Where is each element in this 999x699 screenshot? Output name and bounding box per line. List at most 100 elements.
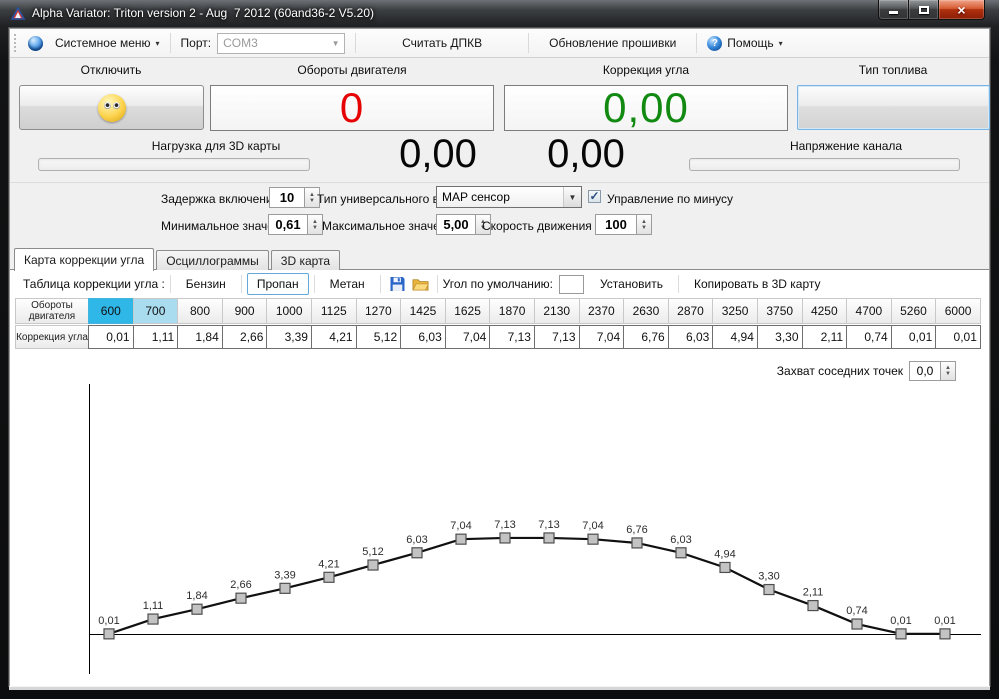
- rpm-cell[interactable]: 1625: [445, 298, 491, 324]
- rpm-cell[interactable]: 6000: [935, 298, 981, 324]
- correction-cell[interactable]: 0,74: [846, 325, 892, 349]
- rpm-cell[interactable]: 1270: [356, 298, 402, 324]
- rpm-cell[interactable]: 3750: [757, 298, 803, 324]
- correction-cell[interactable]: 4,94: [712, 325, 758, 349]
- chart-point[interactable]: [852, 619, 862, 629]
- correction-cell[interactable]: 1,11: [133, 325, 179, 349]
- rpm-cell[interactable]: 900: [222, 298, 268, 324]
- chart-point[interactable]: [324, 572, 334, 582]
- disable-button[interactable]: [19, 85, 204, 130]
- chart-point[interactable]: [720, 562, 730, 572]
- default-angle-input[interactable]: [559, 275, 584, 294]
- window-bottom-edge[interactable]: [9, 686, 990, 690]
- rpm-cell[interactable]: 1125: [311, 298, 357, 324]
- delay-spinner[interactable]: 10 ▲▼: [269, 187, 320, 208]
- fuel-propane-button[interactable]: Пропан: [247, 273, 309, 295]
- correction-cell[interactable]: 1,84: [177, 325, 223, 349]
- rpm-cell[interactable]: 3250: [712, 298, 758, 324]
- correction-cell[interactable]: 2,11: [802, 325, 848, 349]
- chart-point[interactable]: [896, 629, 906, 639]
- chart-point[interactable]: [104, 629, 114, 639]
- rpm-cell[interactable]: 700: [133, 298, 179, 324]
- fuel-methane-button[interactable]: Метан: [320, 273, 375, 295]
- correction-cell[interactable]: 7,04: [579, 325, 625, 349]
- chart-point[interactable]: [236, 593, 246, 603]
- chart-point[interactable]: [676, 548, 686, 558]
- spinner-arrows-icon[interactable]: ▲▼: [308, 214, 323, 235]
- firmware-update-button[interactable]: Обновление прошивки: [533, 32, 692, 54]
- rpm-cell[interactable]: 2130: [534, 298, 580, 324]
- spinner-arrows-icon[interactable]: ▲▼: [637, 214, 652, 235]
- speed-spinner[interactable]: 100 ▲▼: [595, 214, 652, 235]
- port-select[interactable]: COM3 ▼: [217, 33, 345, 54]
- system-menu[interactable]: Системное меню ▾: [49, 32, 166, 54]
- correction-cell[interactable]: 0,01: [891, 325, 937, 349]
- correction-cell[interactable]: 5,12: [356, 325, 402, 349]
- rpm-cell[interactable]: 1000: [266, 298, 312, 324]
- chart-point[interactable]: [192, 604, 202, 614]
- titlebar[interactable]: Alpha Variator: Triton version 2 - Aug 7…: [0, 0, 999, 28]
- minimize-button[interactable]: [878, 0, 909, 20]
- rpm-cell[interactable]: 800: [177, 298, 223, 324]
- rpm-cell[interactable]: 2870: [668, 298, 714, 324]
- capture-points-value[interactable]: 0,0: [909, 361, 941, 381]
- rpm-cell[interactable]: 4700: [846, 298, 892, 324]
- chart-point[interactable]: [808, 601, 818, 611]
- min-spinner[interactable]: 0,61 ▲▼: [268, 214, 323, 235]
- tab-correction-map[interactable]: Карта коррекции угла: [14, 248, 154, 271]
- rpm-cell[interactable]: 600: [88, 298, 134, 324]
- chart-point[interactable]: [280, 583, 290, 593]
- chart-point[interactable]: [412, 548, 422, 558]
- rpm-cell[interactable]: 2370: [579, 298, 625, 324]
- correction-cell[interactable]: 6,76: [623, 325, 669, 349]
- chart-point[interactable]: [544, 533, 554, 543]
- chart-point[interactable]: [588, 534, 598, 544]
- correction-table: Обороты двигателя 6007008009001000112512…: [15, 298, 981, 349]
- chart-point[interactable]: [456, 534, 466, 544]
- correction-cell[interactable]: 4,21: [311, 325, 357, 349]
- set-button[interactable]: Установить: [590, 273, 673, 295]
- delay-value[interactable]: 10: [269, 187, 305, 208]
- correction-cell[interactable]: 7,13: [489, 325, 535, 349]
- toolbar-grip[interactable]: [14, 34, 18, 52]
- min-value[interactable]: 0,61: [268, 214, 308, 235]
- correction-cell[interactable]: 6,03: [400, 325, 446, 349]
- chart-point[interactable]: [368, 560, 378, 570]
- speed-value[interactable]: 100: [595, 214, 637, 235]
- chart-point[interactable]: [632, 538, 642, 548]
- max-value[interactable]: 5,00: [436, 214, 476, 235]
- correction-cell[interactable]: 3,39: [266, 325, 312, 349]
- chart-point[interactable]: [764, 585, 774, 595]
- rpm-cell[interactable]: 2630: [623, 298, 669, 324]
- port-value: COM3: [223, 36, 258, 50]
- correction-cell[interactable]: 2,66: [222, 325, 268, 349]
- spinner-arrows-icon[interactable]: ▲▼: [941, 361, 956, 381]
- read-dpkv-button[interactable]: Считать ДПКВ: [360, 32, 524, 54]
- copy-to-3d-button[interactable]: Копировать в 3D карту: [684, 273, 831, 295]
- minus-control-checkbox[interactable]: ✓: [588, 190, 601, 203]
- maximize-button[interactable]: [909, 0, 938, 20]
- close-button[interactable]: ×: [938, 0, 985, 20]
- fuel-type-button[interactable]: [797, 85, 990, 130]
- correction-cell[interactable]: 7,13: [534, 325, 580, 349]
- help-menu[interactable]: ? Помощь ▾: [701, 32, 788, 54]
- save-icon[interactable]: [389, 276, 406, 292]
- rpm-cell[interactable]: 1425: [400, 298, 446, 324]
- correction-cell[interactable]: 3,30: [757, 325, 803, 349]
- rpm-cell[interactable]: 4250: [802, 298, 848, 324]
- input-type-select[interactable]: MAP сенсор ▼: [436, 186, 582, 208]
- correction-cell[interactable]: 6,03: [668, 325, 714, 349]
- chart-point[interactable]: [500, 533, 510, 543]
- capture-points-spinner[interactable]: 0,0 ▲▼: [909, 361, 956, 381]
- rpm-cell[interactable]: 5260: [891, 298, 937, 324]
- correction-cell[interactable]: 0,01: [88, 325, 134, 349]
- open-folder-icon[interactable]: [412, 276, 429, 292]
- tab-oscillograms[interactable]: Осциллограммы: [156, 250, 269, 270]
- tab-3d-map[interactable]: 3D карта: [271, 250, 340, 270]
- correction-cell[interactable]: 7,04: [445, 325, 491, 349]
- chart-point[interactable]: [940, 629, 950, 639]
- correction-cell[interactable]: 0,01: [935, 325, 981, 349]
- fuel-petrol-button[interactable]: Бензин: [176, 273, 236, 295]
- chart-point[interactable]: [148, 614, 158, 624]
- rpm-cell[interactable]: 1870: [489, 298, 535, 324]
